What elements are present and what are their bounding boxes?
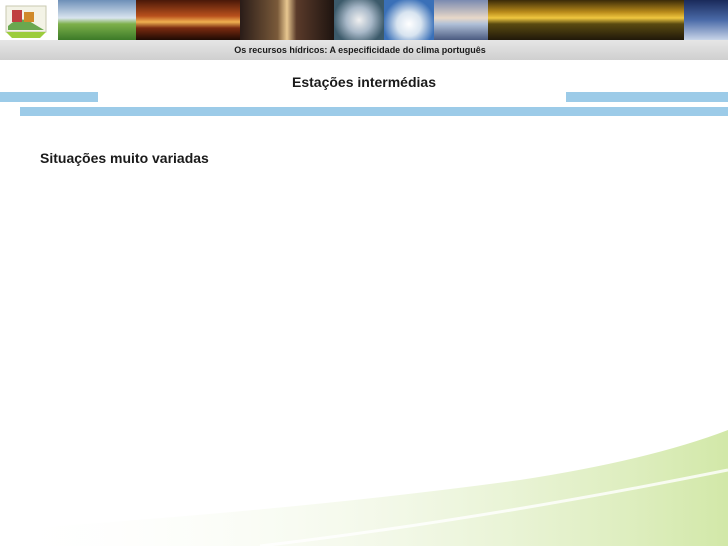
water-reflection-photo	[488, 0, 684, 40]
presentation-subtitle: Os recursos hídricos: A especificidade d…	[234, 45, 486, 55]
sky-photo	[684, 0, 728, 40]
header-photo-banner	[0, 0, 728, 40]
left-accent-bar	[0, 92, 98, 102]
green-hills-photo	[58, 0, 136, 40]
logo	[0, 0, 58, 40]
satellite-photo	[334, 0, 384, 40]
subtitle-strip: Os recursos hídricos: A especificidade d…	[0, 40, 728, 60]
lightning-photo	[240, 0, 334, 40]
divider-bar	[20, 107, 728, 116]
decorative-wave	[0, 430, 728, 546]
right-accent-bar	[566, 92, 728, 102]
section-heading: Situações muito variadas	[40, 150, 209, 166]
sunset-photo	[136, 0, 240, 40]
clouds-photo	[384, 0, 434, 40]
sea-sunset-photo	[434, 0, 488, 40]
slide-title: Estações intermédias	[292, 74, 436, 90]
